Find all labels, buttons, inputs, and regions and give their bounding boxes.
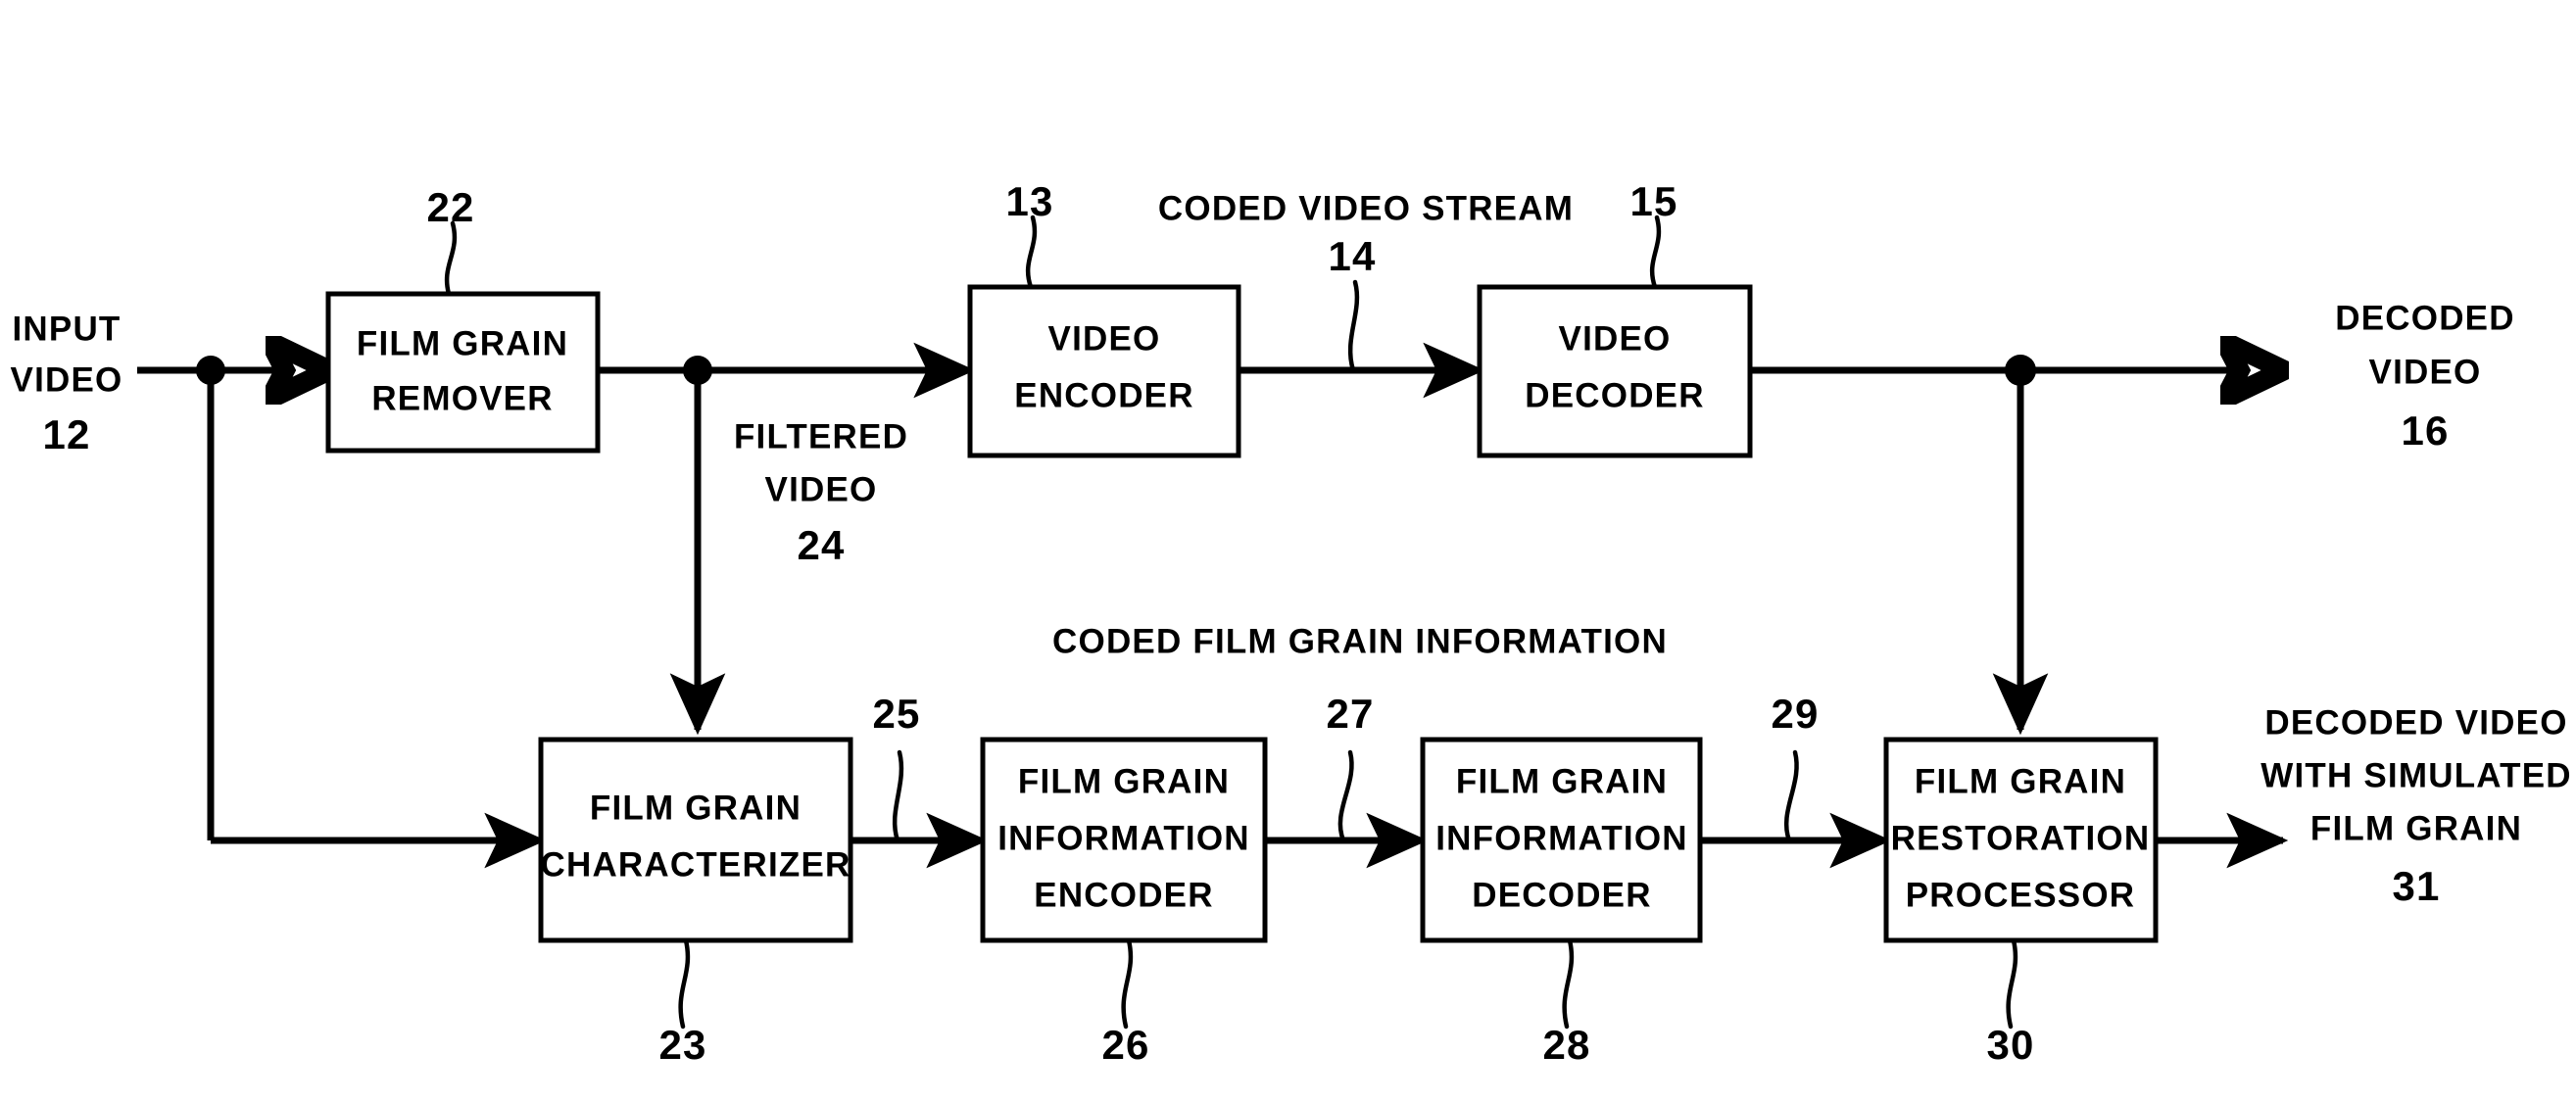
ref-num-22: 22	[426, 184, 474, 230]
label-decoded-sim-line3: FILM GRAIN	[2310, 809, 2522, 847]
leader-line-15	[1649, 215, 1662, 290]
ref-num-15: 15	[1629, 178, 1677, 224]
wire-filtered-video	[598, 342, 976, 736]
ref-num-13: 13	[1005, 178, 1053, 224]
ref-num-27: 27	[1326, 691, 1374, 737]
ref-num-26: 26	[1101, 1022, 1149, 1068]
label-decoded-video-line2: VIDEO	[2369, 353, 2482, 391]
label-video-decoder-line2: DECODER	[1525, 376, 1704, 414]
wire-input-video	[137, 356, 328, 385]
leader-line-23	[678, 937, 691, 1030]
label-film-grain-characterizer-line2: CHARACTERIZER	[541, 845, 851, 884]
ref-num-14: 14	[1328, 233, 1376, 279]
label-fgi-encoder-line1: FILM GRAIN	[1018, 762, 1230, 800]
label-restoration-line2: RESTORATION	[1891, 819, 2151, 857]
label-video-decoder-line1: VIDEO	[1559, 319, 1672, 358]
label-filtered-video-line1: FILTERED	[734, 417, 908, 455]
leader-line-26	[1121, 937, 1134, 1030]
leader-line-27	[1337, 749, 1354, 843]
label-restoration-line3: PROCESSOR	[1906, 876, 2135, 914]
ref-num-29: 29	[1771, 691, 1819, 737]
label-decoded-sim-line1: DECODED VIDEO	[2264, 703, 2567, 742]
label-coded-film-grain-information: CODED FILM GRAIN INFORMATION	[1052, 622, 1668, 660]
label-input-video-line1: INPUT	[13, 310, 122, 348]
leader-line-14	[1347, 279, 1360, 373]
leader-line-25	[892, 749, 904, 843]
label-fgi-decoder-line3: DECODER	[1472, 876, 1651, 914]
label-filtered-video-line2: VIDEO	[765, 470, 878, 508]
wire-decoded-video	[1750, 355, 2283, 736]
label-decoded-video-line1: DECODED	[2335, 299, 2514, 337]
label-coded-video-stream: CODED VIDEO STREAM	[1158, 189, 1574, 227]
ref-num-30: 30	[1986, 1022, 2034, 1068]
label-input-video-line2: VIDEO	[11, 360, 123, 399]
leader-line-28	[1562, 937, 1575, 1030]
label-fgi-decoder-line2: INFORMATION	[1435, 819, 1688, 857]
ref-num-12: 12	[42, 411, 90, 457]
label-video-encoder-line2: ENCODER	[1014, 376, 1193, 414]
label-fgi-encoder-line3: ENCODER	[1034, 876, 1213, 914]
block-film-grain-remover[interactable]	[325, 291, 601, 454]
label-restoration-line1: FILM GRAIN	[1915, 762, 2126, 800]
label-fgi-encoder-line2: INFORMATION	[997, 819, 1250, 857]
leader-line-30	[2006, 937, 2018, 1030]
label-fgi-decoder-line1: FILM GRAIN	[1456, 762, 1668, 800]
label-film-grain-remover-line2: REMOVER	[371, 379, 553, 417]
ref-num-25: 25	[872, 691, 920, 737]
block-diagram-svg: FILM GRAIN REMOVER VIDEO ENCODER VIDEO D…	[11, 178, 2572, 1068]
block-film-grain-characterizer[interactable]	[538, 737, 853, 943]
leader-line-29	[1783, 749, 1799, 843]
figure-canvas: FILM GRAIN REMOVER VIDEO ENCODER VIDEO D…	[0, 0, 2576, 1102]
ref-num-23: 23	[658, 1022, 706, 1068]
leader-line-22	[444, 220, 458, 297]
label-decoded-sim-line2: WITH SIMULATED	[2260, 756, 2572, 794]
label-film-grain-characterizer-line1: FILM GRAIN	[590, 789, 802, 827]
ref-num-31: 31	[2392, 863, 2440, 909]
leader-line-13	[1025, 215, 1038, 290]
block-video-decoder[interactable]	[1477, 284, 1753, 458]
label-video-encoder-line1: VIDEO	[1048, 319, 1161, 358]
ref-num-16: 16	[2401, 407, 2449, 454]
block-video-encoder[interactable]	[967, 284, 1241, 458]
ref-num-28: 28	[1542, 1022, 1590, 1068]
ref-num-24: 24	[797, 522, 845, 568]
label-film-grain-remover-line1: FILM GRAIN	[357, 324, 568, 362]
